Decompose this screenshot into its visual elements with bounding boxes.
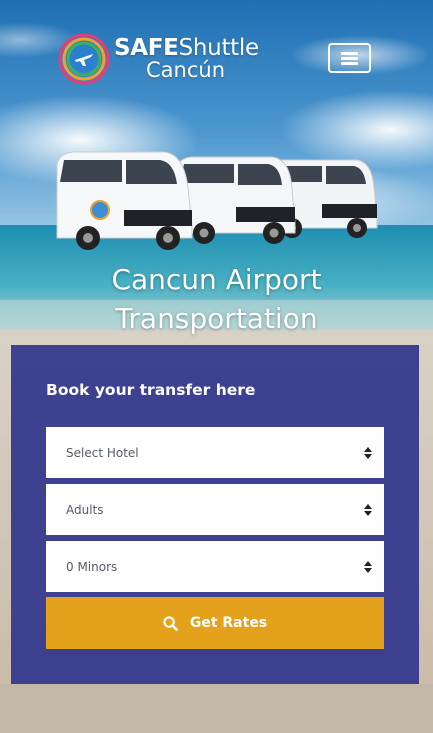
- menu-toggle-button[interactable]: [328, 43, 371, 73]
- hotel-select[interactable]: Select Hotel: [46, 427, 384, 478]
- hamburger-icon: [341, 51, 358, 65]
- page-title: Cancun Airport Transportation: [111, 263, 322, 335]
- logo-wordmark-city: Cancún: [146, 58, 226, 82]
- logo-emblem-icon: [58, 33, 110, 85]
- sort-arrows-icon: [364, 503, 372, 516]
- adults-select[interactable]: Adults: [46, 484, 384, 535]
- shuttle-vans-image: [56, 151, 378, 250]
- get-rates-label: Get Rates: [189, 615, 268, 631]
- booking-form-panel: Book your transfer here Select Hotel Adu…: [11, 345, 419, 684]
- search-icon: [163, 615, 178, 631]
- booking-form-title: Book your transfer here: [46, 381, 256, 399]
- minors-select[interactable]: 0 Minors: [46, 541, 384, 592]
- get-rates-button[interactable]: Get Rates: [46, 597, 384, 649]
- hotel-select-value: Select Hotel: [66, 445, 139, 460]
- sort-arrows-icon: [364, 446, 372, 459]
- sort-arrows-icon: [364, 560, 372, 573]
- adults-select-value: Adults: [66, 502, 104, 517]
- site-logo[interactable]: SAFEShuttle Cancún: [58, 33, 288, 85]
- minors-select-value: 0 Minors: [66, 559, 118, 574]
